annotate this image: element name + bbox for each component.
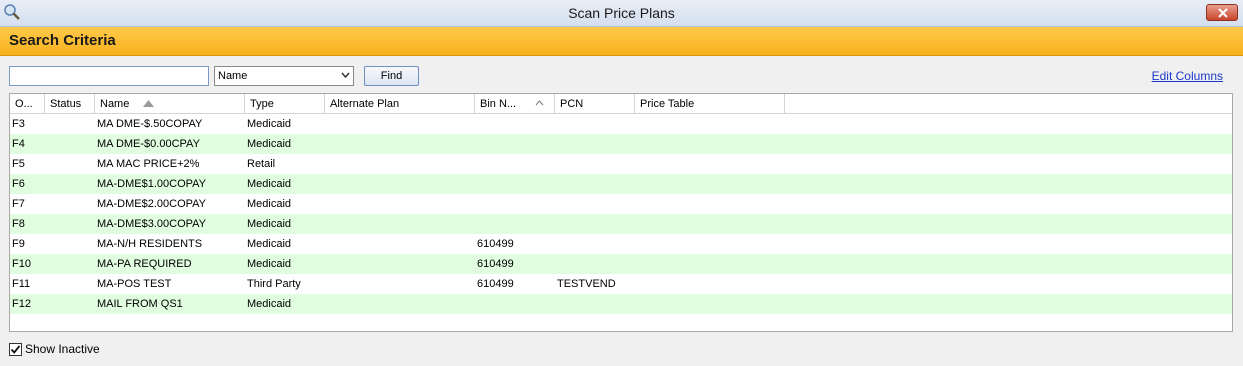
cell-bin-number: 610499 [477, 278, 514, 290]
cell-name: MAIL FROM QS1 [97, 298, 183, 310]
edit-columns-link[interactable]: Edit Columns [1152, 69, 1223, 83]
cell-type: Medicaid [247, 218, 292, 230]
cell-order: F10 [12, 258, 31, 270]
price-plans-grid: O... Status Name Type Alternate Plan Bin… [9, 93, 1233, 332]
title-bar: Scan Price Plans [0, 0, 1243, 27]
cell-type: Medicaid [247, 178, 292, 190]
table-row[interactable]: F3 MA DME-$.50COPAY Medicaid [10, 114, 1232, 134]
chevron-down-icon [341, 72, 350, 79]
checkbox-box[interactable] [9, 343, 22, 356]
cell-type: Third Party [247, 278, 301, 290]
cell-order: F7 [12, 198, 25, 210]
cell-type: Medicaid [247, 198, 292, 210]
table-row[interactable]: F8 MA-DME$3.00COPAY Medicaid [10, 214, 1232, 234]
close-icon [1218, 8, 1228, 18]
cell-order: F11 [12, 278, 31, 290]
cell-type: Medicaid [247, 258, 292, 270]
cell-order: F12 [12, 298, 31, 310]
grid-header: O... Status Name Type Alternate Plan Bin… [10, 94, 1232, 114]
cell-order: F6 [12, 178, 25, 190]
cell-order: F9 [12, 238, 25, 250]
cell-bin-number: 610499 [477, 258, 514, 270]
cell-name: MA-DME$2.00COPAY [97, 198, 207, 210]
cell-order: F3 [12, 118, 25, 130]
cell-name: MA-POS TEST [97, 278, 172, 290]
show-inactive-label: Show Inactive [25, 342, 100, 356]
column-header-pcn[interactable]: PCN [555, 94, 635, 114]
table-row[interactable]: F12 MAIL FROM QS1 Medicaid [10, 294, 1232, 314]
column-header-order[interactable]: O... [10, 94, 45, 114]
cell-type: Medicaid [247, 238, 292, 250]
cell-name: MA-DME$3.00COPAY [97, 218, 207, 230]
cell-bin-number: 610499 [477, 238, 514, 250]
close-button[interactable] [1206, 4, 1238, 21]
cell-name: MA MAC PRICE+2% [97, 158, 200, 170]
column-header-bin-number[interactable]: Bin N... [475, 94, 555, 114]
cell-name: MA DME-$0.00CPAY [97, 138, 200, 150]
column-header-status[interactable]: Status [45, 94, 95, 114]
search-input[interactable] [9, 66, 209, 86]
cell-pcn: TESTVEND [557, 278, 616, 290]
column-header-alternate-plan[interactable]: Alternate Plan [325, 94, 475, 114]
table-row[interactable]: F6 MA-DME$1.00COPAY Medicaid [10, 174, 1232, 194]
cell-name: MA-N/H RESIDENTS [97, 238, 203, 250]
cell-order: F8 [12, 218, 25, 230]
chevron-up-icon [535, 100, 544, 106]
table-row[interactable]: F9 MA-N/H RESIDENTS Medicaid 610499 [10, 234, 1232, 254]
cell-type: Medicaid [247, 118, 292, 130]
cell-type: Medicaid [247, 298, 292, 310]
sort-ascending-icon [143, 100, 154, 107]
cell-name: MA-PA REQUIRED [97, 258, 192, 270]
table-row[interactable]: F4 MA DME-$0.00CPAY Medicaid [10, 134, 1232, 154]
table-row[interactable]: F10 MA-PA REQUIRED Medicaid 610499 [10, 254, 1232, 274]
cell-type: Medicaid [247, 138, 292, 150]
cell-order: F4 [12, 138, 25, 150]
column-header-price-table[interactable]: Price Table [635, 94, 785, 114]
search-field-select[interactable]: Name [214, 66, 354, 86]
cell-name: MA-DME$1.00COPAY [97, 178, 207, 190]
search-criteria-header: Search Criteria [0, 27, 1243, 56]
table-row[interactable]: F5 MA MAC PRICE+2% Retail [10, 154, 1232, 174]
table-row[interactable]: F11 MA-POS TEST Third Party 610499 TESTV… [10, 274, 1232, 294]
column-header-type[interactable]: Type [245, 94, 325, 114]
cell-name: MA DME-$.50COPAY [97, 118, 203, 130]
find-button[interactable]: Find [364, 66, 419, 86]
column-header-name[interactable]: Name [95, 94, 245, 114]
table-row[interactable]: F7 MA-DME$2.00COPAY Medicaid [10, 194, 1232, 214]
checkmark-icon [10, 345, 21, 354]
section-title: Search Criteria [9, 32, 116, 49]
window-title: Scan Price Plans [568, 5, 675, 21]
cell-type: Retail [247, 158, 276, 170]
cell-order: F5 [12, 158, 25, 170]
search-field-value: Name [218, 70, 248, 82]
